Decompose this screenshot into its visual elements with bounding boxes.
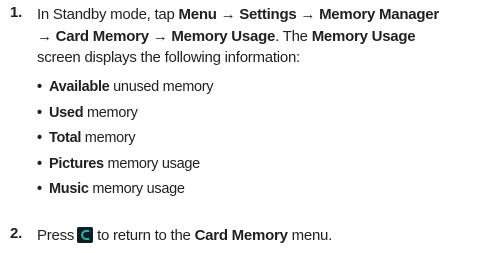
menu-path-menu: Menu [178,6,217,23]
bullet-desc: memory usage [103,155,201,172]
step-1-text: In Standby mode, tap Menu → Settings → M… [37,4,502,69]
step-1-end: screen displays the following informatio… [37,49,300,66]
manual-page: 1. In Standby mode, tap Menu → Settings … [0,0,502,253]
bullet-desc: memory [83,104,138,121]
step-number: 2. [10,225,23,242]
bullet-desc: memory [81,130,136,147]
path-arrow: → [296,6,320,23]
step-1-mid: . The [275,27,312,45]
step-2-text: Press to return to the Card Memory menu. [37,225,502,247]
list-item: • Pictures memory usage [37,155,477,181]
step-2-end: menu. [287,227,333,244]
bullet: • [37,130,42,147]
bullet-desc: unused memory [109,79,214,95]
card-memory-menu-name: Card Memory [194,227,288,244]
path-arrow: → [148,27,172,45]
list-item: • Available unused memory [37,78,477,104]
bullet-term: Used [49,104,84,121]
bullet-desc: memory usage [88,181,185,198]
bullet: • [37,181,42,198]
step-1-intro: In Standby mode, tap [37,6,179,23]
bullet: • [37,155,42,172]
step-number: 1. [10,4,23,21]
menu-path-memory-manager: Memory Manager [319,6,439,23]
bullet-term: Music [49,181,89,198]
step-2-press: Press [37,227,75,244]
path-arrow: → [37,27,56,45]
screen-name: Memory Usage [311,27,416,45]
list-item: • Total memory [37,129,477,155]
end-key-icon [77,227,94,243]
menu-path-memory-usage: Memory Usage [171,27,276,45]
bullet-term: Total [49,130,82,147]
bullet-term: Available [49,79,110,95]
memory-info-list: • Available unused memory • Used memory • T… [37,78,477,206]
menu-path-settings: Settings [239,6,297,23]
bullet: • [37,79,42,95]
bullet: • [37,104,42,121]
list-item: • Music memory usage [37,180,477,206]
path-arrow: → [216,6,240,23]
bullet-term: Pictures [49,155,104,172]
step-2-after-icon: to return to the [97,227,195,244]
menu-path-card-memory: Card Memory [55,27,149,45]
list-item: • Used memory [37,104,477,130]
